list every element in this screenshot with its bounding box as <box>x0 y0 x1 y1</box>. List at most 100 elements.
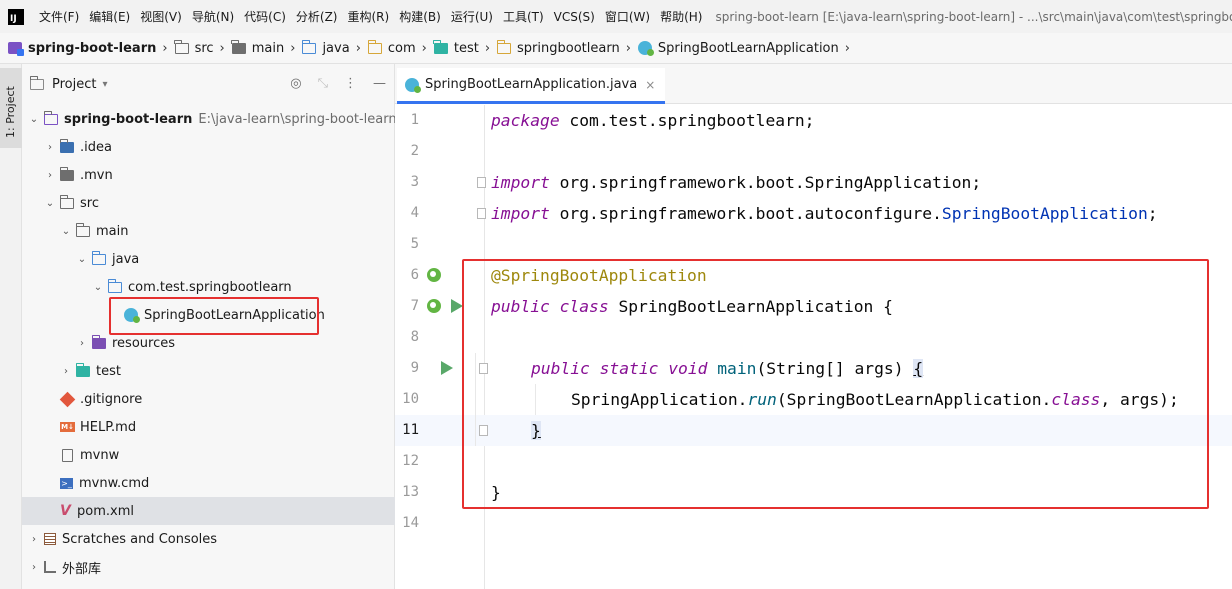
breadcrumb-java[interactable]: java <box>302 39 350 56</box>
code-text: import org.springframework.boot.SpringAp… <box>491 173 982 192</box>
tree-item-help-md[interactable]: M↓ HELP.md <box>22 413 395 441</box>
chevron-right-icon: › <box>484 40 491 56</box>
package-icon <box>367 39 382 54</box>
line-number: 4 <box>410 205 419 221</box>
tool-window-strip: 1: Project <box>0 64 22 589</box>
chevron-right-icon: › <box>162 40 168 56</box>
menu-tools[interactable]: 工具(T) <box>498 8 549 25</box>
library-icon <box>44 561 56 573</box>
spring-bean-icon[interactable] <box>427 299 441 313</box>
tree-item-main[interactable]: ⌄ main <box>22 217 395 245</box>
hide-panel-icon[interactable]: — <box>373 76 386 91</box>
breadcrumb-test[interactable]: test <box>433 39 479 56</box>
spring-bean-icon[interactable] <box>427 268 441 282</box>
project-view-icon <box>29 75 44 90</box>
code-line[interactable]: 4 import org.springframework.boot.autoco… <box>395 198 1232 229</box>
tree-item-test[interactable]: › test <box>22 357 395 385</box>
menu-window[interactable]: 窗口(W) <box>600 8 655 25</box>
scratches-icon <box>44 533 56 545</box>
chevron-right-icon[interactable]: › <box>28 562 40 573</box>
tree-item-src[interactable]: ⌄ src <box>22 189 395 217</box>
intellij-logo-icon: IJ <box>8 8 24 25</box>
menu-run[interactable]: 运行(U) <box>446 8 498 25</box>
line-number: 10 <box>402 391 419 407</box>
text-file-icon <box>62 448 73 462</box>
chevron-down-icon[interactable]: ⌄ <box>76 254 88 265</box>
close-icon[interactable]: × <box>645 78 655 92</box>
line-number: 12 <box>402 453 419 469</box>
line-number: 13 <box>402 484 419 500</box>
chevron-down-icon[interactable]: ⌄ <box>60 226 72 237</box>
options-menu-icon[interactable]: ⋮ <box>344 76 357 91</box>
chevron-right-icon[interactable]: › <box>60 366 72 377</box>
tree-item-pom-xml[interactable]: V pom.xml <box>22 497 395 525</box>
code-line[interactable]: 14 <box>395 508 1232 539</box>
chevron-down-icon[interactable]: ⌄ <box>92 282 104 293</box>
locate-icon[interactable]: ◎ <box>290 76 301 91</box>
source-root-icon <box>91 250 106 265</box>
chevron-down-icon[interactable]: ▾ <box>102 79 107 90</box>
code-line[interactable]: 2 <box>395 136 1232 167</box>
menu-help[interactable]: 帮助(H) <box>655 8 707 25</box>
fold-icon[interactable] <box>477 177 486 188</box>
tree-item-external-libraries[interactable]: › 外部库 <box>22 553 395 581</box>
breadcrumb-springbootlearn[interactable]: springbootlearn <box>496 39 620 56</box>
fold-icon[interactable] <box>477 208 486 219</box>
project-tool-tab[interactable]: 1: Project <box>0 68 22 148</box>
tree-item-mvnw-cmd[interactable]: >_ mvnw.cmd <box>22 469 395 497</box>
breadcrumb-class[interactable]: SpringBootLearnApplication <box>637 41 839 56</box>
menu-view[interactable]: 视图(V) <box>135 8 187 25</box>
folder-icon <box>59 166 74 181</box>
tree-item-mvnw[interactable]: mvnw <box>22 441 395 469</box>
line-number: 14 <box>402 515 419 531</box>
project-view-selector[interactable]: Project <box>52 77 96 92</box>
tree-item-scratches[interactable]: › Scratches and Consoles <box>22 525 395 553</box>
git-icon <box>59 391 76 407</box>
tree-item-java[interactable]: ⌄ java <box>22 245 395 273</box>
chevron-right-icon[interactable]: › <box>44 142 56 153</box>
tree-item-project-root[interactable]: ⌄ spring-boot-learn E:\java-learn\spring… <box>22 105 397 133</box>
line-number: 6 <box>410 267 419 283</box>
line-number: 9 <box>410 360 419 376</box>
code-line[interactable]: 3 import org.springframework.boot.Spring… <box>395 167 1232 198</box>
chevron-down-icon[interactable]: ⌄ <box>44 198 56 209</box>
chevron-right-icon: › <box>219 40 225 56</box>
idea-folder-icon <box>59 138 74 153</box>
menu-build[interactable]: 构建(B) <box>394 8 446 25</box>
breadcrumb-src[interactable]: src <box>174 39 214 56</box>
spring-boot-class-icon <box>405 77 421 93</box>
line-number: 2 <box>410 143 419 159</box>
breadcrumb-project[interactable]: spring-boot-learn <box>8 41 156 56</box>
code-text: import org.springframework.boot.autoconf… <box>491 204 1158 223</box>
test-folder-icon <box>433 39 448 54</box>
breadcrumb-main[interactable]: main <box>231 39 284 56</box>
tree-highlight-box <box>109 297 319 335</box>
code-line[interactable]: 5 <box>395 229 1232 260</box>
chevron-down-icon[interactable]: ⌄ <box>28 114 40 125</box>
code-line[interactable]: 1 package com.test.springbootlearn; <box>395 105 1232 136</box>
chevron-right-icon[interactable]: › <box>28 534 40 545</box>
menu-refactor[interactable]: 重构(R) <box>343 8 395 25</box>
menu-file[interactable]: 文件(F) <box>34 8 84 25</box>
menu-analyze[interactable]: 分析(Z) <box>291 8 343 25</box>
editor-tab-application[interactable]: SpringBootLearnApplication.java × <box>397 68 666 104</box>
run-icon[interactable] <box>441 361 453 375</box>
breadcrumb: spring-boot-learn › src › main › java › … <box>0 33 1232 64</box>
tree-item-gitignore[interactable]: .gitignore <box>22 385 395 413</box>
menu-navigate[interactable]: 导航(N) <box>187 8 239 25</box>
code-highlight-box <box>462 259 1209 509</box>
chevron-right-icon[interactable]: › <box>44 170 56 181</box>
tree-item-idea[interactable]: › .idea <box>22 133 395 161</box>
menu-vcs[interactable]: VCS(S) <box>549 10 600 24</box>
code-text: package com.test.springbootlearn; <box>491 111 815 130</box>
chevron-right-icon[interactable]: › <box>76 338 88 349</box>
markdown-icon: M↓ <box>60 422 75 432</box>
line-number: 5 <box>410 236 419 252</box>
collapse-all-icon[interactable]: ⤡ <box>318 76 328 91</box>
folder-icon <box>59 194 74 209</box>
tree-item-mvn[interactable]: › .mvn <box>22 161 395 189</box>
menu-edit[interactable]: 编辑(E) <box>84 8 135 25</box>
line-number: 7 <box>410 298 419 314</box>
menu-code[interactable]: 代码(C) <box>239 8 291 25</box>
breadcrumb-com[interactable]: com <box>367 39 416 56</box>
